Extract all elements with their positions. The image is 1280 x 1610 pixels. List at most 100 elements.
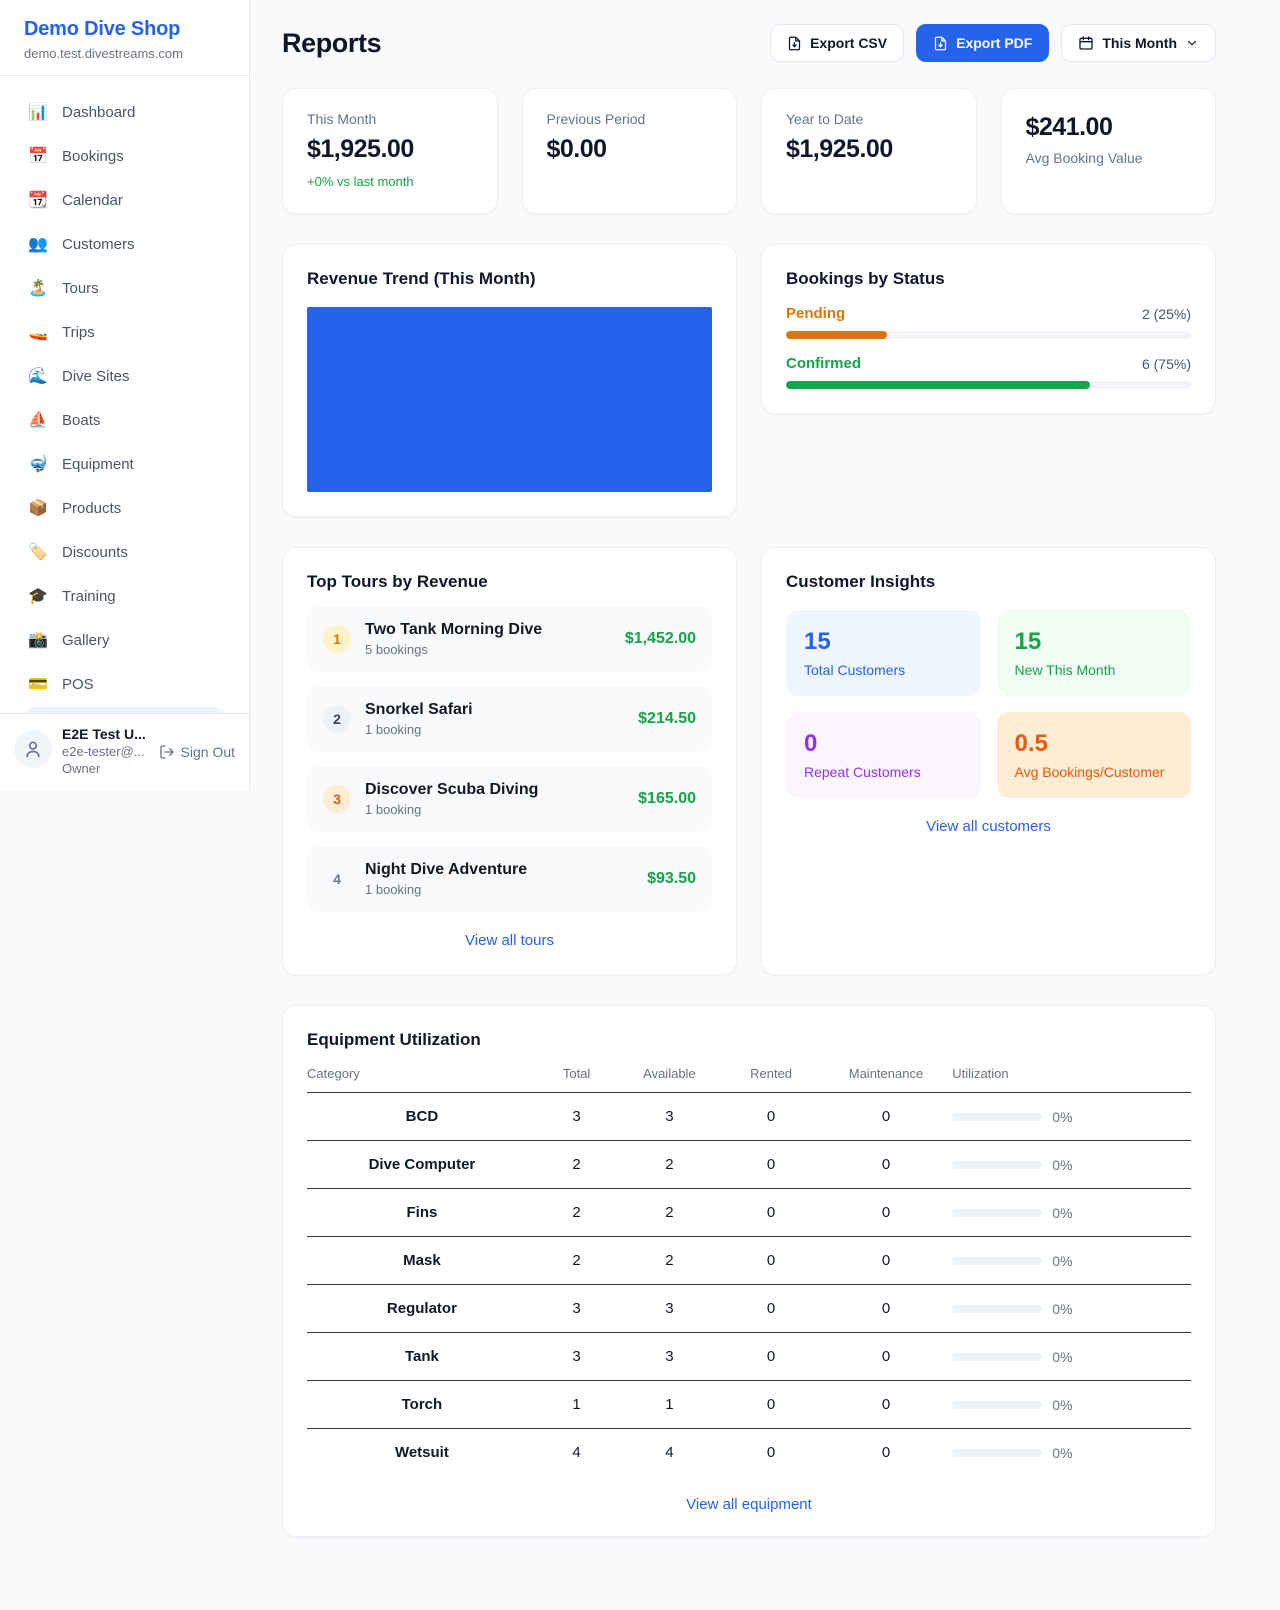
sidebar-item-calendar[interactable]: 📆 Calendar bbox=[12, 178, 237, 222]
utilization-percent: 0% bbox=[1052, 1301, 1072, 1317]
sidebar-item-label: Trips bbox=[62, 324, 95, 341]
tour-bookings: 5 bookings bbox=[365, 642, 611, 657]
sidebar-item-trips[interactable]: 🚤 Trips bbox=[12, 310, 237, 354]
page-title: Reports bbox=[282, 28, 381, 59]
sidebar-item-training[interactable]: 🎓 Training bbox=[12, 574, 237, 618]
table-header-row: Category Total Available Rented Maintena… bbox=[307, 1066, 1191, 1093]
cell-rented: 0 bbox=[722, 1381, 819, 1429]
column-header: Rented bbox=[722, 1066, 819, 1093]
cell-rented: 0 bbox=[722, 1141, 819, 1189]
tag-icon: 🏷️ bbox=[28, 542, 48, 562]
table-row: Mask 2 2 0 0 0% bbox=[307, 1237, 1191, 1285]
top-tours-title: Top Tours by Revenue bbox=[307, 572, 712, 592]
cell-maintenance: 0 bbox=[820, 1189, 953, 1237]
sidebar-item-dive-sites[interactable]: 🌊 Dive Sites bbox=[12, 354, 237, 398]
cell-available: 3 bbox=[616, 1093, 722, 1141]
tour-name: Discover Scuba Diving bbox=[365, 781, 624, 799]
equipment-utilization-card: Equipment Utilization Category Total Ava… bbox=[282, 1005, 1216, 1537]
cell-utilization: 0% bbox=[952, 1189, 1191, 1237]
view-all-customers-link[interactable]: View all customers bbox=[926, 818, 1051, 835]
export-pdf-button[interactable]: Export PDF bbox=[916, 24, 1049, 62]
avatar bbox=[14, 730, 52, 768]
bookings-by-status-title: Bookings by Status bbox=[786, 269, 1191, 289]
export-csv-button[interactable]: Export CSV bbox=[770, 24, 904, 62]
sidebar-item-discounts[interactable]: 🏷️ Discounts bbox=[12, 530, 237, 574]
charts-row: Revenue Trend (This Month) Bookings by S… bbox=[282, 244, 1216, 517]
stat-label: Year to Date bbox=[786, 111, 952, 127]
cell-available: 3 bbox=[616, 1333, 722, 1381]
cell-total: 4 bbox=[537, 1429, 617, 1477]
rank-badge: 2 bbox=[323, 705, 351, 733]
column-header: Category bbox=[307, 1066, 537, 1093]
user-meta: E2E Test U... e2e-tester@... Owner bbox=[62, 726, 146, 776]
cell-category: Wetsuit bbox=[307, 1429, 537, 1477]
stat-card-year-to-date: Year to Date $1,925.00 bbox=[761, 88, 977, 214]
sidebar-item-bookings[interactable]: 📅 Bookings bbox=[12, 134, 237, 178]
tile-label: Avg Bookings/Customer bbox=[1015, 764, 1174, 780]
cell-utilization: 0% bbox=[952, 1285, 1191, 1333]
sidebar-item-dashboard[interactable]: 📊 Dashboard bbox=[12, 90, 237, 134]
sign-out-button[interactable]: Sign Out bbox=[159, 744, 235, 760]
chevron-down-icon bbox=[1185, 36, 1199, 50]
revenue-trend-card: Revenue Trend (This Month) bbox=[282, 244, 737, 517]
sidebar-item-customers[interactable]: 👥 Customers bbox=[12, 222, 237, 266]
wave-icon: 🌊 bbox=[28, 366, 48, 386]
view-all-tours-link[interactable]: View all tours bbox=[465, 932, 554, 949]
cell-category: Tank bbox=[307, 1333, 537, 1381]
sidebar-item-label: Customers bbox=[62, 236, 135, 253]
table-row: Regulator 3 3 0 0 0% bbox=[307, 1285, 1191, 1333]
cell-available: 2 bbox=[616, 1237, 722, 1285]
tour-name: Snorkel Safari bbox=[365, 701, 624, 719]
credit-card-icon: 💳 bbox=[28, 674, 48, 694]
insights-row: Top Tours by Revenue 1 Two Tank Morning … bbox=[282, 547, 1216, 975]
stat-label: Previous Period bbox=[547, 111, 713, 127]
user-email: e2e-tester@... bbox=[62, 744, 146, 759]
cell-total: 2 bbox=[537, 1237, 617, 1285]
tour-bookings: 1 booking bbox=[365, 802, 624, 817]
period-label: This Month bbox=[1102, 35, 1177, 51]
status-label: Confirmed bbox=[786, 355, 861, 372]
cell-maintenance: 0 bbox=[820, 1333, 953, 1381]
cell-maintenance: 0 bbox=[820, 1285, 953, 1333]
sidebar-item-tours[interactable]: 🏝️ Tours bbox=[12, 266, 237, 310]
stat-value: $1,925.00 bbox=[786, 135, 952, 164]
utilization-bar-track bbox=[952, 1449, 1042, 1457]
cell-rented: 0 bbox=[722, 1285, 819, 1333]
main-content: Reports Export CSV Export PDF This Month bbox=[250, 0, 1280, 1577]
cell-category: Fins bbox=[307, 1189, 537, 1237]
stat-delta: +0% vs last month bbox=[307, 174, 473, 189]
utilization-bar-track bbox=[952, 1305, 1042, 1313]
table-row: BCD 3 3 0 0 0% bbox=[307, 1093, 1191, 1141]
cell-total: 2 bbox=[537, 1189, 617, 1237]
user-panel: E2E Test U... e2e-tester@... Owner Sign … bbox=[0, 713, 249, 790]
cell-category: Dive Computer bbox=[307, 1141, 537, 1189]
sidebar-item-gallery[interactable]: 📸 Gallery bbox=[12, 618, 237, 662]
cell-utilization: 0% bbox=[952, 1141, 1191, 1189]
sidebar-item-label: Gallery bbox=[62, 632, 110, 649]
utilization-percent: 0% bbox=[1052, 1205, 1072, 1221]
sign-out-label: Sign Out bbox=[181, 744, 235, 760]
status-label: Pending bbox=[786, 305, 845, 322]
rank-badge: 1 bbox=[323, 625, 351, 653]
sidebar-item-pos[interactable]: 💳 POS bbox=[12, 662, 237, 706]
cell-total: 3 bbox=[537, 1333, 617, 1381]
utilization-percent: 0% bbox=[1052, 1253, 1072, 1269]
tour-revenue: $1,452.00 bbox=[625, 630, 696, 648]
tour-name: Night Dive Adventure bbox=[365, 861, 633, 879]
sidebar-item-label: Training bbox=[62, 588, 116, 605]
sidebar-item-products[interactable]: 📦 Products bbox=[12, 486, 237, 530]
cell-utilization: 0% bbox=[952, 1333, 1191, 1381]
status-value: 6 (75%) bbox=[1142, 356, 1191, 372]
period-dropdown[interactable]: This Month bbox=[1061, 24, 1216, 62]
table-row: Dive Computer 2 2 0 0 0% bbox=[307, 1141, 1191, 1189]
sidebar-item-equipment[interactable]: 🤿 Equipment bbox=[12, 442, 237, 486]
status-value: 2 (25%) bbox=[1142, 306, 1191, 322]
sidebar-item-boats[interactable]: ⛵ Boats bbox=[12, 398, 237, 442]
status-row-confirmed: Confirmed 6 (75%) bbox=[786, 355, 1191, 389]
sidebar-card: Demo Dive Shop demo.test.divestreams.com… bbox=[0, 0, 250, 790]
revenue-trend-title: Revenue Trend (This Month) bbox=[307, 269, 712, 289]
bar-chart-icon: 📊 bbox=[28, 102, 48, 122]
cell-utilization: 0% bbox=[952, 1237, 1191, 1285]
cell-rented: 0 bbox=[722, 1333, 819, 1381]
view-all-equipment-link[interactable]: View all equipment bbox=[686, 1496, 812, 1513]
